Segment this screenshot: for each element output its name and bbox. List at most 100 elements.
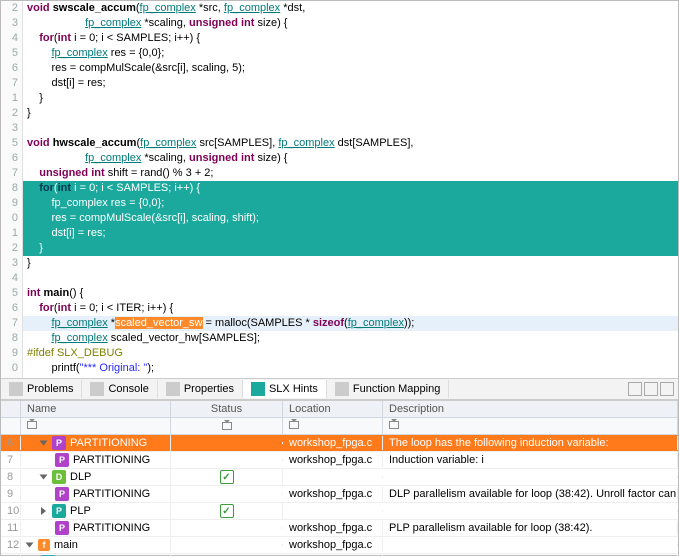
code-line[interactable]: 5int main() {	[1, 286, 678, 301]
code-line[interactable]: 3	[1, 121, 678, 136]
view-menu-icon[interactable]	[628, 382, 642, 396]
code-text: dst[i] = res;	[23, 76, 678, 91]
cell-status	[171, 544, 283, 546]
category-badge: f	[38, 539, 50, 551]
filter-description[interactable]	[383, 418, 678, 434]
tab-function-mapping[interactable]: Function Mapping	[327, 380, 449, 398]
tab-console[interactable]: Console	[82, 380, 157, 398]
code-line[interactable]: 7 unsigned int shift = rand() % 3 + 2;	[1, 166, 678, 181]
header-status[interactable]: Status	[171, 401, 283, 417]
tab-properties[interactable]: Properties	[158, 380, 243, 398]
code-text: for(int i = 0; i < SAMPLES; i++) {	[23, 181, 678, 196]
code-line[interactable]: 8 for(int i = 0; i < SAMPLES; i++) {	[1, 181, 678, 196]
code-editor[interactable]: 2void swscale_accum(fp_complex *src, fp_…	[1, 1, 678, 378]
header-location[interactable]: Location	[283, 401, 383, 417]
code-line[interactable]: 6 fp_complex *scaling, unsigned int size…	[1, 151, 678, 166]
code-line[interactable]: 0 printf("*** Original: ");	[1, 361, 678, 376]
code-line[interactable]: 1 dump(data_vector, SAMPLES);	[1, 376, 678, 378]
grid-filter-row	[1, 418, 678, 435]
header-rownum[interactable]	[1, 401, 21, 417]
code-line[interactable]: 7 dst[i] = res;	[1, 76, 678, 91]
table-row[interactable]: 10PPLP✓	[1, 503, 678, 520]
maximize-icon[interactable]	[660, 382, 674, 396]
cell-status: ✓	[171, 503, 283, 519]
line-gutter: 7	[1, 76, 23, 91]
code-line[interactable]: 4 for(int i = 0; i < SAMPLES; i++) {	[1, 31, 678, 46]
code-text: printf("*** Original: ");	[23, 361, 678, 376]
code-line[interactable]: 9 fp_complex res = {0,0};	[1, 196, 678, 211]
table-row[interactable]: 11PPARTITIONINGworkshop_fpga.cPLP parall…	[1, 520, 678, 537]
code-line[interactable]: 0 res = compMulScale(&src[i], scaling, s…	[1, 211, 678, 226]
code-line[interactable]: 6 res = compMulScale(&src[i], scaling, 5…	[1, 61, 678, 76]
tree-toggle-icon[interactable]	[41, 507, 46, 515]
code-line[interactable]: 1 }	[1, 91, 678, 106]
code-text: }	[23, 241, 678, 256]
code-line[interactable]: 8 fp_complex scaled_vector_hw[SAMPLES];	[1, 331, 678, 346]
code-line[interactable]: 7 fp_complex *scaled_vector_sw = malloc(…	[1, 316, 678, 331]
row-number: 9	[1, 487, 21, 501]
cell-location	[283, 510, 383, 512]
table-row[interactable]: 9PPARTITIONINGworkshop_fpga.cDLP paralle…	[1, 486, 678, 503]
cell-name: PPARTITIONING	[21, 435, 171, 451]
code-text	[23, 271, 678, 286]
properties-icon	[166, 382, 180, 396]
code-line[interactable]: 3 fp_complex *scaling, unsigned int size…	[1, 16, 678, 31]
row-number: 6	[1, 436, 21, 450]
row-number: 12	[1, 538, 21, 552]
line-gutter: 5	[1, 46, 23, 61]
header-description[interactable]: Description	[383, 401, 678, 417]
filter-name[interactable]	[21, 418, 171, 434]
line-gutter: 8	[1, 181, 23, 196]
code-text: int main() {	[23, 286, 678, 301]
line-gutter: 8	[1, 331, 23, 346]
tree-toggle-icon[interactable]	[40, 475, 48, 480]
cell-status	[171, 493, 283, 495]
line-gutter: 0	[1, 361, 23, 376]
tab-problems[interactable]: Problems	[1, 380, 82, 398]
hints-icon	[251, 382, 265, 396]
table-row[interactable]: 6PPARTITIONINGworkshop_fpga.cThe loop ha…	[1, 435, 678, 452]
tree-toggle-icon[interactable]	[40, 441, 48, 446]
header-name[interactable]: Name	[21, 401, 171, 417]
code-line[interactable]: 5void hwscale_accum(fp_complex src[SAMPL…	[1, 136, 678, 151]
tab-slx-hints[interactable]: SLX Hints	[243, 380, 327, 398]
filter-icon	[27, 421, 37, 429]
code-line[interactable]: 2void swscale_accum(fp_complex *src, fp_…	[1, 1, 678, 16]
filter-status[interactable]	[171, 418, 283, 434]
row-name-label: PARTITIONING	[73, 488, 150, 500]
cell-location: workshop_fpga.c	[283, 453, 383, 467]
line-gutter: 9	[1, 196, 23, 211]
row-number: 8	[1, 470, 21, 484]
code-line[interactable]: 4	[1, 271, 678, 286]
code-text: dump(data_vector, SAMPLES);	[23, 376, 678, 378]
row-name-label: PARTITIONING	[73, 522, 150, 534]
code-line[interactable]: 5 fp_complex res = {0,0};	[1, 46, 678, 61]
cell-description: Induction variable: i	[383, 453, 678, 467]
code-text: fp_complex *scaling, unsigned int size) …	[23, 151, 678, 166]
cell-location	[283, 476, 383, 478]
code-line[interactable]: 6 for(int i = 0; i < ITER; i++) {	[1, 301, 678, 316]
filter-icon	[222, 422, 232, 430]
code-text: unsigned int shift = rand() % 3 + 2;	[23, 166, 678, 181]
table-row[interactable]: 8DDLP✓	[1, 469, 678, 486]
line-gutter: 6	[1, 151, 23, 166]
code-line[interactable]: 1 dst[i] = res;	[1, 226, 678, 241]
code-line[interactable]: 9#ifdef SLX_DEBUG	[1, 346, 678, 361]
cell-name: fmain	[21, 538, 171, 552]
code-text: res = compMulScale(&src[i], scaling, shi…	[23, 211, 678, 226]
line-gutter: 5	[1, 136, 23, 151]
cell-description	[383, 544, 678, 546]
code-line[interactable]: 3}	[1, 256, 678, 271]
tree-toggle-icon[interactable]	[26, 543, 34, 548]
code-line[interactable]: 2}	[1, 106, 678, 121]
cell-location: workshop_fpga.c	[283, 487, 383, 501]
code-text: fp_complex *scaling, unsigned int size) …	[23, 16, 678, 31]
table-row[interactable]: 12fmainworkshop_fpga.c	[1, 537, 678, 554]
filter-location[interactable]	[283, 418, 383, 434]
code-line[interactable]: 2 }	[1, 241, 678, 256]
cell-name: PPARTITIONING	[21, 486, 171, 502]
minimize-icon[interactable]	[644, 382, 658, 396]
cell-description: PLP parallelism available for loop (38:4…	[383, 521, 678, 535]
table-row[interactable]: 7PPARTITIONINGworkshop_fpga.cInduction v…	[1, 452, 678, 469]
row-name-label: main	[54, 539, 78, 551]
